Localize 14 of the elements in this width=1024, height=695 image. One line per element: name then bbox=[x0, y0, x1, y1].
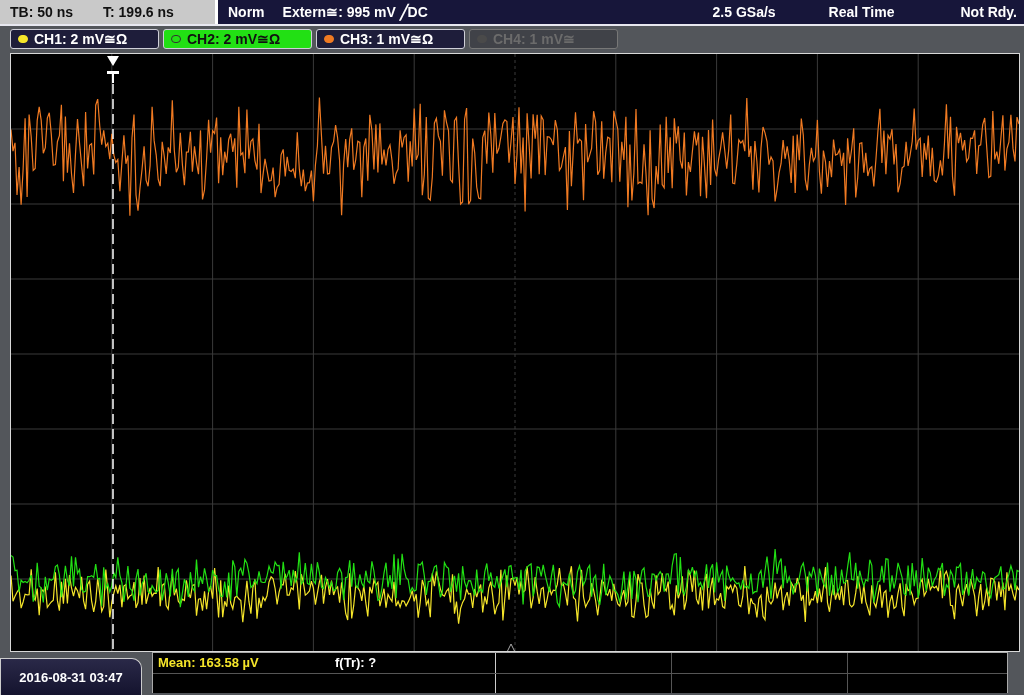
measurement-result: f(Tr): ? bbox=[335, 655, 377, 671]
acquisition-state-label: Not Rdy. bbox=[960, 3, 1017, 20]
trigger-mode-label: Norm bbox=[228, 3, 265, 20]
sample-rate-label: 2.5 GSa/s bbox=[712, 3, 776, 20]
measurement-result: Mean: 163.58 µV bbox=[158, 655, 259, 671]
acquisition-mode-label: Real Time bbox=[828, 3, 895, 20]
trigger-time-label: T: 199.6 ns bbox=[103, 3, 174, 20]
channel-tab[interactable]: CH2: 2 mV≅Ω bbox=[163, 28, 312, 49]
channel-tab[interactable]: CH1: 2 mV≅Ω bbox=[10, 28, 159, 49]
channel-tab[interactable]: CH3: 1 mV≅Ω bbox=[316, 28, 465, 49]
trigger-marker[interactable] bbox=[107, 55, 119, 651]
timebase-label: TB: 50 ns bbox=[10, 3, 73, 20]
date-time-label: 2016-08-31 03:47 bbox=[0, 658, 142, 695]
trigger-source-label: Extern≅: 995 mV ╱DC bbox=[282, 3, 428, 20]
